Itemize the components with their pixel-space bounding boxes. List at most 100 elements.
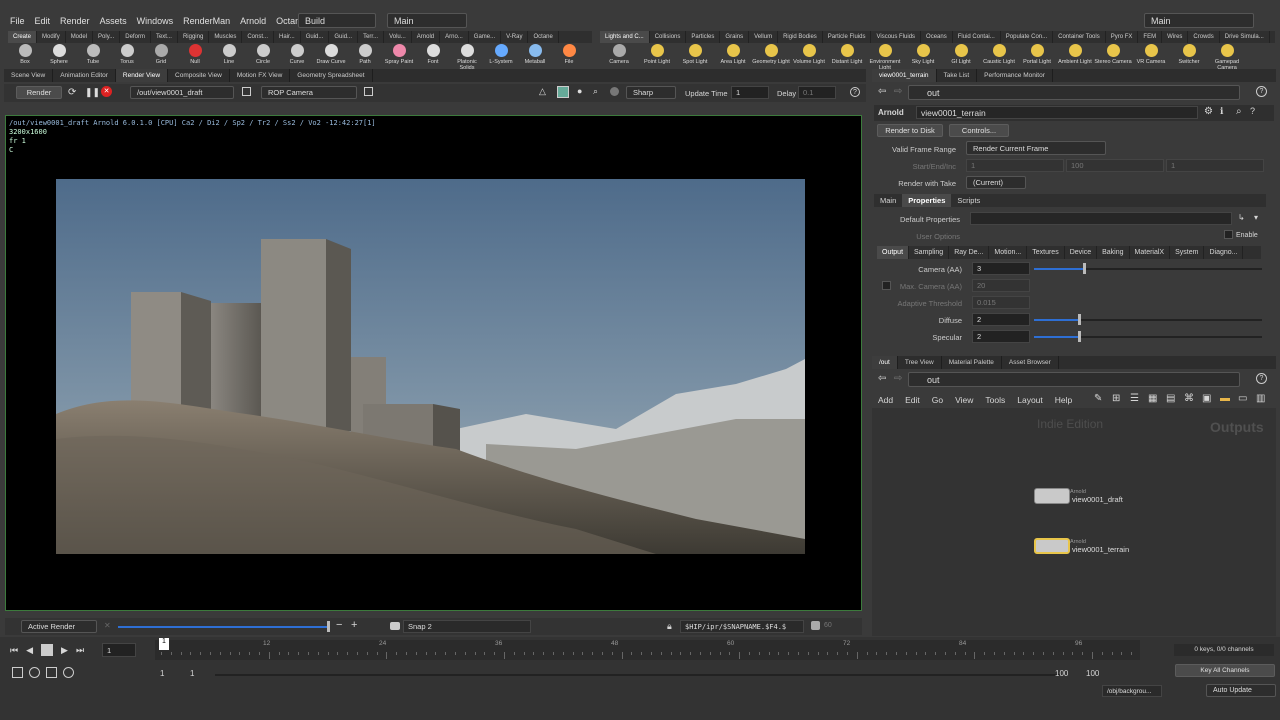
tab-right[interactable]: Performance Monitor bbox=[977, 69, 1053, 82]
shape-icon[interactable]: ▬ bbox=[1220, 393, 1230, 404]
shelf-tool-geometry-light[interactable]: Geometry Light bbox=[752, 44, 790, 71]
param-tab-main[interactable]: Main bbox=[874, 194, 902, 207]
active-render-select[interactable]: Active Render bbox=[21, 620, 97, 633]
param-subtab[interactable]: Motion... bbox=[989, 246, 1028, 259]
right-main-select[interactable]: Main bbox=[1144, 13, 1254, 28]
shelf-tool-spray-paint[interactable]: Spray Paint bbox=[382, 44, 416, 71]
shelf-tool-draw-curve[interactable]: Draw Curve bbox=[314, 44, 348, 71]
tree-icon[interactable]: ⊞ bbox=[1112, 393, 1120, 404]
shelf-tab[interactable]: Viscous Fluids bbox=[871, 31, 922, 43]
node-terrain-box[interactable] bbox=[1034, 538, 1070, 554]
shelf-tool-curve[interactable]: Curve bbox=[280, 44, 314, 71]
end-field[interactable]: 100 bbox=[1066, 159, 1164, 172]
network-icon[interactable]: ⌘ bbox=[1184, 393, 1194, 404]
jump-end-icon[interactable]: ⏭ bbox=[76, 645, 84, 656]
diffuse-field[interactable]: 2 bbox=[972, 313, 1030, 326]
tab-geometry-spreadsheet[interactable]: Geometry Spreadsheet bbox=[290, 69, 373, 82]
rop-path-select[interactable]: /out/view0001_draft bbox=[130, 86, 234, 99]
net-forward-icon[interactable]: ⇨ bbox=[894, 373, 902, 384]
stop-icon[interactable]: ✕ bbox=[101, 86, 112, 97]
param-tab-properties[interactable]: Properties bbox=[902, 194, 952, 207]
timeline-cursor[interactable]: 1 bbox=[159, 638, 169, 650]
shelf-tab[interactable]: Game... bbox=[469, 31, 502, 43]
dropdown-icon[interactable]: ▾ bbox=[1254, 213, 1258, 222]
render-slider[interactable] bbox=[118, 626, 328, 628]
snap-path-field[interactable]: $HIP/ipr/$SNAPNAME.$F4.$ bbox=[680, 620, 804, 633]
shelf-tab[interactable]: Container Tools bbox=[1053, 31, 1106, 43]
net-menu-edit[interactable]: Edit bbox=[905, 395, 920, 405]
param-path-field[interactable]: out bbox=[908, 85, 1240, 100]
camera-aa-slider[interactable] bbox=[1034, 268, 1262, 270]
net-menu-layout[interactable]: Layout bbox=[1017, 395, 1043, 405]
snap-name-field[interactable]: Snap 2 bbox=[403, 620, 531, 633]
param-help-icon[interactable]: ? bbox=[1256, 86, 1267, 97]
layout-icon[interactable]: ▤ bbox=[1166, 393, 1175, 404]
specular-slider[interactable] bbox=[1034, 336, 1262, 338]
shelf-tab[interactable]: Text... bbox=[151, 31, 178, 43]
help-icon[interactable]: ? bbox=[850, 87, 860, 97]
shelf-tool-grid[interactable]: Grid bbox=[144, 44, 178, 71]
camera-aa-handle[interactable] bbox=[1083, 263, 1086, 274]
param-subtab[interactable]: MaterialX bbox=[1130, 246, 1171, 259]
shelf-tool-point-light[interactable]: Point Light bbox=[638, 44, 676, 71]
param-subtab[interactable]: Device bbox=[1065, 246, 1098, 259]
color-correct-icon[interactable] bbox=[557, 86, 569, 98]
pin-icon[interactable]: ● bbox=[577, 86, 582, 96]
range-start-1[interactable]: 1 bbox=[160, 669, 164, 678]
shelf-tab[interactable]: Poly... bbox=[93, 31, 121, 43]
shelf-tool-spot-light[interactable]: Spot Light bbox=[676, 44, 714, 71]
net-back-icon[interactable]: ⇦ bbox=[878, 373, 886, 384]
shelf-tab[interactable]: Pyro FX bbox=[1106, 31, 1139, 43]
shelf-tab[interactable]: Rigid Bodies bbox=[778, 31, 823, 43]
search-icon[interactable]: ⌕ bbox=[1236, 106, 1242, 117]
grid-icon[interactable]: ▦ bbox=[1148, 393, 1157, 404]
shelf-tool-file[interactable]: File bbox=[552, 44, 586, 71]
list-icon[interactable]: ☰ bbox=[1130, 393, 1139, 404]
shelf-tool-vr-camera[interactable]: VR Camera bbox=[1132, 44, 1170, 71]
shelf-tab[interactable]: Vellum bbox=[749, 31, 779, 43]
net-menu-view[interactable]: View bbox=[955, 395, 973, 405]
shelf-tab[interactable]: Arnold bbox=[412, 31, 441, 43]
shelf-tab[interactable]: Particles bbox=[686, 31, 721, 43]
shelf-tool-switcher[interactable]: Switcher bbox=[1170, 44, 1208, 71]
shelf-tab[interactable]: Arno... bbox=[440, 31, 469, 43]
shelf-tool-box[interactable]: Box bbox=[8, 44, 42, 71]
camera-jump-icon[interactable] bbox=[364, 87, 373, 96]
specular-field[interactable]: 2 bbox=[972, 330, 1030, 343]
shelf-tab[interactable]: Grains bbox=[720, 31, 750, 43]
shelf-tab[interactable]: Guid... bbox=[329, 31, 359, 43]
default-properties-field[interactable] bbox=[970, 212, 1232, 225]
range-start-2[interactable]: 1 bbox=[190, 669, 194, 678]
help-book-icon[interactable]: ? bbox=[1250, 106, 1255, 116]
shelf-tool-l-system[interactable]: L-System bbox=[484, 44, 518, 71]
loop-icon[interactable] bbox=[46, 667, 57, 678]
menu-item-arnold[interactable]: Arnold bbox=[240, 16, 266, 26]
key-all-channels-button[interactable]: Key All Channels bbox=[1175, 664, 1275, 677]
plus-icon[interactable]: + bbox=[351, 619, 357, 631]
tab-network[interactable]: /out bbox=[872, 356, 898, 369]
shelf-tab[interactable]: Create bbox=[8, 31, 38, 43]
network-editor[interactable]: Indie Edition Outputs Arnold view0001_dra… bbox=[872, 408, 1276, 636]
slider-handle[interactable] bbox=[327, 621, 330, 632]
node-view0001-draft[interactable]: Arnold view0001_draft bbox=[1034, 488, 1123, 504]
info-icon[interactable]: ℹ bbox=[1220, 106, 1223, 117]
tab-composite-view[interactable]: Composite View bbox=[168, 69, 230, 82]
param-subtab[interactable]: Textures bbox=[1027, 246, 1065, 259]
forward-arrow-icon[interactable]: ⇨ bbox=[894, 86, 902, 97]
shelf-tab[interactable]: Particle Fluids bbox=[823, 31, 872, 43]
play-back-icon[interactable]: ◀ bbox=[26, 645, 33, 656]
net-menu-add[interactable]: Add bbox=[878, 395, 893, 405]
net-menu-help[interactable]: Help bbox=[1055, 395, 1072, 405]
wrench-icon[interactable]: ✎ bbox=[1094, 393, 1102, 404]
shelf-tool-null[interactable]: Null bbox=[178, 44, 212, 71]
param-subtab[interactable]: Ray De... bbox=[949, 246, 990, 259]
shelf-tool-gamepad-camera[interactable]: Gamepad Camera bbox=[1208, 44, 1246, 71]
shelf-tool-platonic-solids[interactable]: Platonic Solids bbox=[450, 44, 484, 71]
clock-icon[interactable] bbox=[63, 667, 74, 678]
shelf-tab[interactable]: V-Ray bbox=[501, 31, 529, 43]
shelf-tab[interactable]: Const... bbox=[242, 31, 275, 43]
shelf-tab[interactable]: Populate Con... bbox=[1001, 31, 1054, 43]
shelf-tab[interactable]: Octane bbox=[528, 31, 559, 43]
net-help-icon[interactable]: ? bbox=[1256, 373, 1267, 384]
snapshot-icon[interactable] bbox=[610, 87, 619, 96]
